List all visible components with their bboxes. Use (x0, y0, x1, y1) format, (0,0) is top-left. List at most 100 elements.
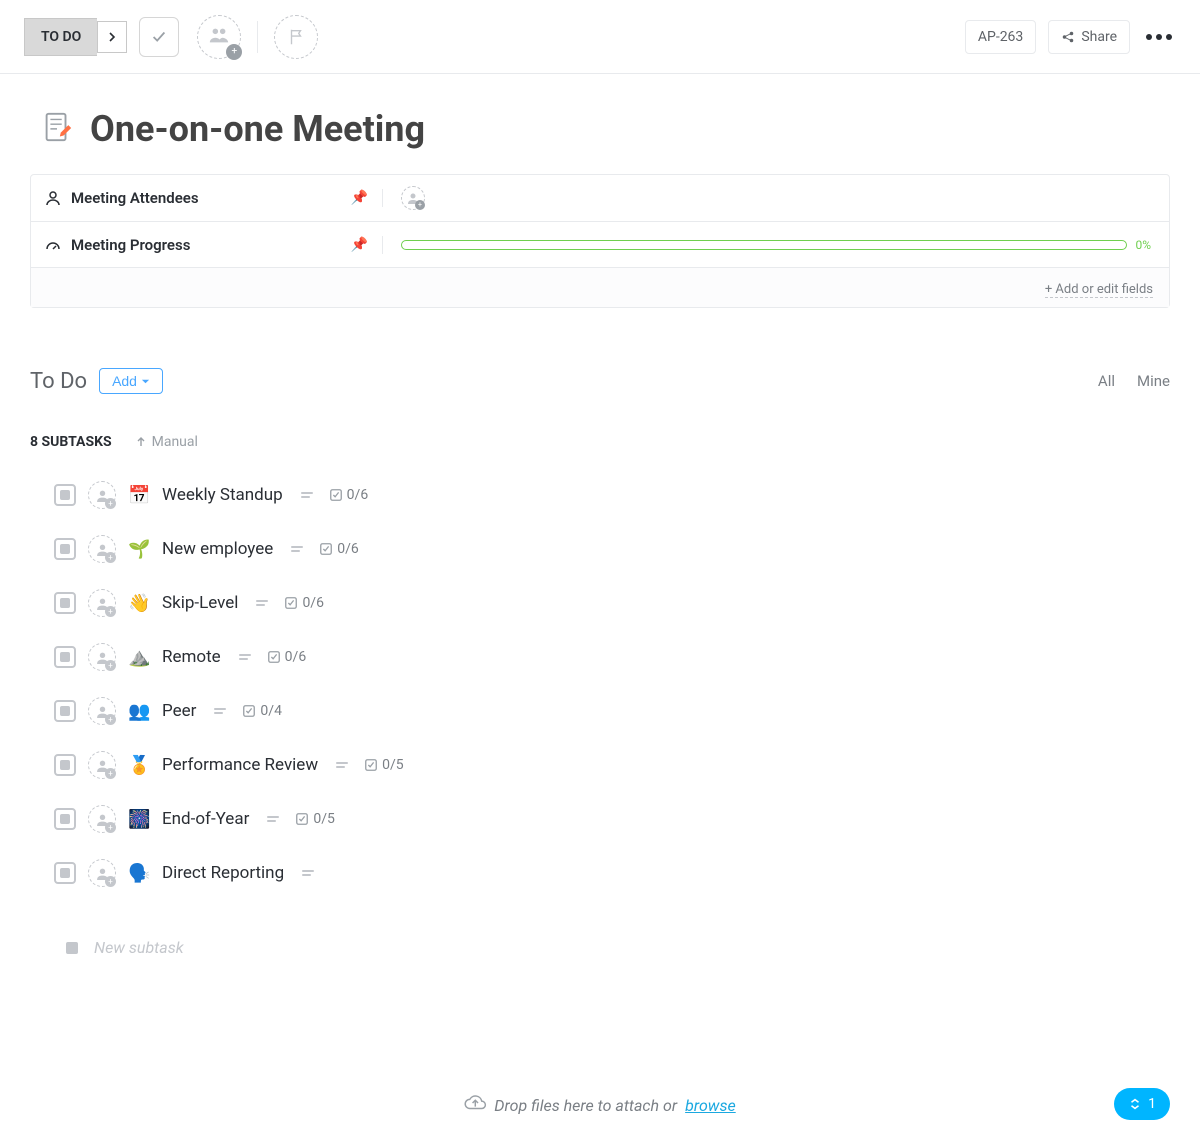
subtask-emoji: 👋 (128, 593, 150, 614)
subtask-item[interactable]: + 🌱 New employee 0/6 (54, 522, 1170, 576)
status-square[interactable] (54, 538, 76, 560)
subtasks-info: 8 SUBTASKS Manual (30, 434, 1170, 450)
description-icon[interactable] (302, 870, 314, 876)
assignee-button[interactable]: + (88, 535, 116, 563)
assignee-button[interactable]: + (88, 805, 116, 833)
status-square[interactable] (54, 646, 76, 668)
subtask-name[interactable]: Remote (162, 647, 221, 667)
subtask-emoji: 🗣️ (128, 863, 150, 884)
subtask-list: + 📅 Weekly Standup 0/6 + 🌱 New employee 0/6 + 👋 Sk… (54, 468, 1170, 900)
subtask-item[interactable]: + 👋 Skip-Level 0/6 (54, 576, 1170, 630)
task-title[interactable]: One-on-one Meeting (90, 108, 425, 150)
checklist-count: 0/5 (364, 757, 404, 773)
ticket-id[interactable]: AP-263 (965, 20, 1036, 54)
flag-icon (287, 28, 305, 46)
description-icon[interactable] (336, 762, 348, 768)
document-pencil-icon (40, 110, 74, 148)
gauge-icon (45, 237, 61, 253)
subtask-name[interactable]: Skip-Level (162, 593, 238, 613)
todo-section-header: To Do Add All Mine (30, 368, 1170, 394)
people-icon (208, 24, 230, 50)
subtask-name[interactable]: Direct Reporting (162, 863, 284, 883)
pin-icon[interactable]: 📌 (351, 237, 368, 253)
checklist-count: 0/6 (284, 595, 324, 611)
checklist-count: 0/6 (319, 541, 359, 557)
checklist-count: 0/6 (267, 649, 307, 665)
subtask-count: 8 SUBTASKS (30, 434, 112, 450)
subtask-name[interactable]: Weekly Standup (162, 485, 283, 505)
subtask-item[interactable]: + 🎆 End-of-Year 0/5 (54, 792, 1170, 846)
assignee-button[interactable]: + (88, 859, 116, 887)
progress-bar[interactable] (401, 240, 1127, 250)
subtask-item[interactable]: +👥Peer0/4 (54, 684, 1170, 738)
browse-link[interactable]: browse (685, 1096, 736, 1115)
complete-button[interactable] (139, 17, 179, 57)
description-icon[interactable] (301, 492, 313, 498)
description-icon[interactable] (267, 816, 279, 822)
field-progress-label: Meeting Progress 📌 (31, 236, 383, 254)
subtask-item[interactable]: + 🏅 Performance Review 0/5 (54, 738, 1170, 792)
assignee-button[interactable]: + (88, 589, 116, 617)
add-subtask-button[interactable]: Add (99, 368, 163, 394)
status-square[interactable] (54, 754, 76, 776)
subtask-emoji: 🎆 (128, 809, 150, 830)
subtask-item[interactable]: + 📅 Weekly Standup 0/6 (54, 468, 1170, 522)
plus-icon: + (415, 200, 425, 210)
subtask-name[interactable]: Performance Review (162, 755, 318, 775)
assignee-button[interactable]: + (88, 481, 116, 509)
checklist-count: 0/6 (329, 487, 369, 503)
field-attendees-label: Meeting Attendees 📌 (31, 189, 383, 207)
status-square-icon (66, 942, 78, 954)
drop-files-bar: Drop files here to attach or browse (464, 1092, 735, 1118)
description-icon[interactable] (239, 654, 251, 660)
priority-button[interactable] (274, 15, 318, 59)
status-square[interactable] (54, 808, 76, 830)
status-square[interactable] (54, 484, 76, 506)
chevron-down-icon (141, 377, 150, 386)
cloud-upload-icon (464, 1092, 486, 1118)
filter-all[interactable]: All (1098, 372, 1115, 390)
activity-pill[interactable]: 1 (1114, 1088, 1170, 1120)
new-subtask-input[interactable]: New subtask (66, 924, 1170, 971)
arrow-up-icon (136, 437, 146, 447)
section-title: To Do (30, 369, 87, 394)
subtask-name[interactable]: Peer (162, 701, 196, 721)
task-title-area: One-on-one Meeting (0, 74, 1200, 174)
sort-button[interactable]: Manual (136, 434, 198, 450)
share-label: Share (1081, 29, 1117, 45)
status-button[interactable]: TO DO (24, 18, 97, 56)
subtask-emoji: 🌱 (128, 539, 150, 560)
subtask-name[interactable]: End-of-Year (162, 809, 249, 829)
status-square[interactable] (54, 862, 76, 884)
assignee-button[interactable]: + (88, 643, 116, 671)
assignee-button[interactable]: + (88, 751, 116, 779)
filter-mine[interactable]: Mine (1137, 372, 1170, 390)
divider (257, 21, 258, 53)
top-toolbar: TO DO + AP-263 Share (0, 0, 1200, 74)
description-icon[interactable] (291, 546, 303, 552)
description-icon[interactable] (214, 708, 226, 714)
status-next-button[interactable] (97, 21, 127, 53)
progress-value: 0% (1135, 238, 1151, 252)
status-square[interactable] (54, 592, 76, 614)
expand-icon (1128, 1097, 1142, 1111)
assignees-button[interactable]: + (197, 15, 241, 59)
share-icon (1061, 30, 1075, 44)
add-attendee-button[interactable]: + (401, 186, 425, 210)
share-button[interactable]: Share (1048, 20, 1130, 54)
pin-icon[interactable]: 📌 (351, 190, 368, 206)
subtask-item[interactable]: + 🗣️ Direct Reporting (54, 846, 1170, 900)
plus-icon: + (226, 44, 242, 60)
subtask-item[interactable]: +⛰️Remote0/6 (54, 630, 1170, 684)
person-icon (45, 190, 61, 206)
description-icon[interactable] (256, 600, 268, 606)
custom-fields: Meeting Attendees 📌 + Meeting Progress 📌… (30, 174, 1170, 308)
assignee-button[interactable]: + (88, 697, 116, 725)
status-square[interactable] (54, 700, 76, 722)
more-menu-button[interactable] (1142, 30, 1176, 44)
add-fields-link[interactable]: + Add or edit fields (1045, 282, 1153, 298)
subtask-emoji: 🏅 (128, 755, 150, 776)
subtask-name[interactable]: New employee (162, 539, 273, 559)
subtask-emoji: 📅 (128, 485, 150, 506)
checklist-count: 0/5 (295, 811, 335, 827)
